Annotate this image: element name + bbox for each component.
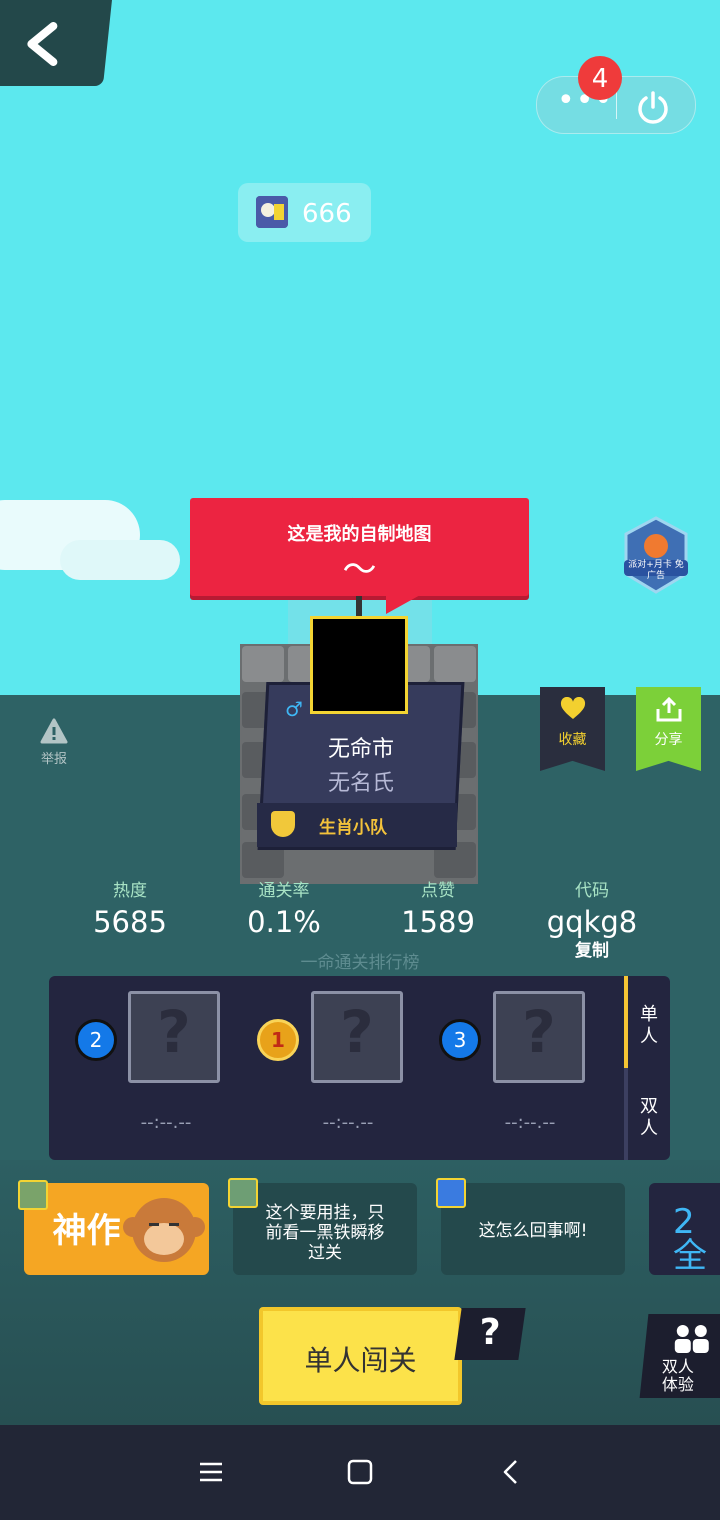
rank-number: 3 <box>439 1019 481 1061</box>
single-play-label: 单人闯关 <box>304 1344 417 1377</box>
two-people-icon <box>674 1325 709 1353</box>
cloud <box>60 540 180 580</box>
favorite-label: 收藏 <box>558 732 587 748</box>
stat-code: 代码 gqkg8 <box>522 876 662 939</box>
stat-clear-rate: 通关率 0.1% <box>214 876 354 939</box>
rank-medal-icon: 1 <box>257 1019 299 1061</box>
stat-value: 5685 <box>93 905 167 939</box>
rank-avatar-slot[interactable]: ? <box>493 991 585 1083</box>
stat-key: 点赞 <box>421 881 455 901</box>
stat-key: 代码 <box>575 881 609 901</box>
score-pill: 666 <box>238 183 371 242</box>
comment-text: 这怎么回事啊! <box>478 1221 588 1241</box>
share-button[interactable]: 分享 <box>636 687 701 771</box>
share-label: 分享 <box>654 732 683 748</box>
report-label: 举报 <box>40 752 67 767</box>
heart-icon <box>560 696 585 719</box>
favorite-button[interactable]: 收藏 <box>540 687 605 771</box>
help-button[interactable]: ? <box>454 1308 526 1360</box>
notification-badge: 4 <box>578 56 622 100</box>
comment-text: 2 全 <box>673 1202 707 1276</box>
report-button[interactable]: 举报 <box>34 718 74 767</box>
brick <box>242 646 284 682</box>
share-icon <box>656 696 681 722</box>
tab-single[interactable]: 单 人 <box>634 1004 664 1048</box>
stat-key: 通关率 <box>258 881 310 901</box>
comment-chip-icon <box>228 1178 258 1208</box>
home-icon[interactable] <box>347 1459 373 1485</box>
duo-play-label: 双人 体验 <box>661 1357 694 1394</box>
brick <box>434 646 476 682</box>
male-icon: ♂ <box>285 697 303 721</box>
ad-badge-label: 派对+月卡 免广告 <box>628 560 684 581</box>
stat-likes: 点赞 1589 <box>368 876 508 939</box>
comment-card[interactable]: 这个要用挂，只 前看一黑铁瞬移 过关 <box>233 1183 417 1275</box>
stat-value: 1589 <box>401 905 475 939</box>
tab-selected-indicator <box>624 976 628 1068</box>
rank-time: --:--.-- <box>504 1112 556 1133</box>
power-icon[interactable] <box>635 89 671 125</box>
stat-key: 热度 <box>113 881 147 901</box>
nav-back-icon[interactable] <box>498 1459 524 1485</box>
rank-avatar-slot[interactable]: ? <box>311 991 403 1083</box>
team-name: 生肖小队 <box>319 818 387 838</box>
rank-time: --:--.-- <box>140 1112 192 1133</box>
stat-value: 0.1% <box>247 905 321 939</box>
score-value: 666 <box>302 199 352 229</box>
system-navigation-bar <box>0 1425 720 1520</box>
menu-icon[interactable] <box>198 1459 224 1485</box>
question-icon: ? <box>157 998 191 1066</box>
comment-text: 这个要用挂，只 前看一黑铁瞬移 过关 <box>265 1203 385 1263</box>
comment-chip-icon <box>436 1178 466 1208</box>
question-icon: ? <box>522 998 556 1066</box>
comment-card[interactable]: 这怎么回事啊! <box>441 1183 625 1275</box>
comment-card-more[interactable]: 2 全 <box>649 1183 720 1275</box>
ad-free-badge[interactable]: 派对+月卡 免广告 <box>620 514 692 596</box>
comment-card-masterpiece[interactable]: 神作 <box>24 1183 209 1275</box>
score-thumbnail-icon <box>256 196 288 228</box>
single-play-button[interactable]: 单人闯关 <box>259 1307 462 1405</box>
monkey-icon <box>123 1198 205 1262</box>
duo-play-button[interactable]: 双人 体验 <box>639 1314 720 1398</box>
author-avatar[interactable] <box>310 616 408 714</box>
team-shield-icon <box>271 811 295 837</box>
ad-badge-icon <box>624 516 688 594</box>
author-name: 无命市 <box>327 737 394 762</box>
author-subtitle: 无名氏 <box>327 771 394 796</box>
back-button[interactable] <box>0 0 114 86</box>
capsule-divider <box>616 91 617 119</box>
rank-number: 2 <box>75 1019 117 1061</box>
banner-tail <box>386 594 422 614</box>
stat-heat: 热度 5685 <box>60 876 200 939</box>
question-icon: ? <box>340 998 374 1066</box>
tab-duo[interactable]: 双 人 <box>634 1096 664 1140</box>
help-label: ? <box>479 1312 501 1353</box>
banner-tilde: ～ <box>342 550 377 590</box>
comment-chip-icon <box>18 1180 48 1210</box>
chevron-left-icon <box>27 22 58 66</box>
rank-time: --:--.-- <box>322 1112 374 1133</box>
rank-avatar-slot[interactable]: ? <box>128 991 220 1083</box>
map-banner: 这是我的自制地图 ～ <box>190 498 529 596</box>
stat-value: gqkg8 <box>546 905 638 939</box>
team-row[interactable]: 生肖小队 <box>257 803 457 847</box>
warning-icon <box>40 718 68 744</box>
leaderboard-title: 一命通关排行榜 <box>300 953 420 973</box>
